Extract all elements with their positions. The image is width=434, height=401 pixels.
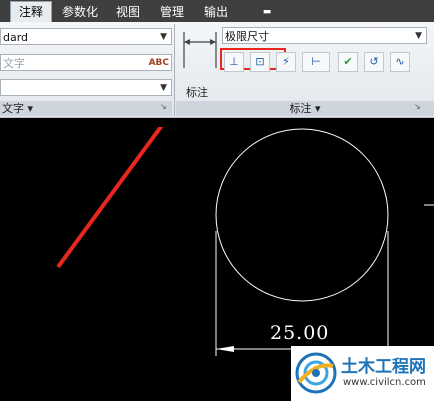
dim-jog-button[interactable]: ∿ (390, 52, 410, 72)
dim-jog-icon: ∿ (395, 55, 405, 68)
panel-divider (174, 24, 175, 116)
dimension-style-value: 极限尺寸 (225, 30, 269, 43)
panel-launcher-icon[interactable]: ↘ (160, 102, 167, 111)
spell-check-icon[interactable]: ABC (149, 55, 169, 70)
dim-break-icon: ⊡ (255, 55, 265, 68)
ribbon-minimize-icon[interactable]: ▬ (258, 2, 276, 22)
annotation-arrow-shaft (56, 127, 164, 269)
dim-update-button[interactable]: ↺ (364, 52, 384, 72)
dimension-style-dropdown[interactable]: 极限尺寸 ▼ (222, 27, 427, 44)
tab-output[interactable]: 输出 (198, 2, 234, 22)
chevron-down-icon: ▼ (415, 31, 422, 41)
dimension-arrowhead (216, 346, 234, 352)
panel-launcher-icon[interactable]: ↘ (414, 102, 421, 111)
ribbon-tab-bar: 注释 参数化 视图 管理 输出 ▬ (0, 0, 434, 23)
watermark: 土木工程网 www.civilcn.com (291, 346, 434, 401)
tab-annotate[interactable]: 注释 (10, 1, 52, 23)
tab-view[interactable]: 视图 (110, 2, 146, 22)
dim-space-icon: ⚡ (282, 55, 290, 68)
chevron-down-icon: ▼ (160, 32, 167, 42)
text-style-value: dard (3, 31, 29, 44)
watermark-url: www.civilcn.com (343, 377, 426, 388)
linear-dimension-icon[interactable] (182, 28, 220, 84)
dim-break-button[interactable]: ⊡ (250, 52, 270, 72)
watermark-name: 土木工程网 (341, 357, 426, 377)
text-height-dropdown[interactable]: ▼ (0, 79, 172, 96)
ribbon: dard ▼ 文字 ABC ▼ 文字 ▾ ↘ 标注 极限尺寸 ▼ ⊥ ⊡ ⚡ ⊢… (0, 22, 434, 118)
dimension-panel-title[interactable]: 标注 ▾ (176, 101, 434, 116)
dim-update-icon: ↺ (369, 55, 379, 68)
dim-baseline-button[interactable]: ⊢ (302, 52, 330, 72)
find-text-input[interactable]: 文字 ABC (0, 54, 172, 71)
dim-continue-button[interactable]: ⊥ (224, 52, 244, 72)
tab-parametric[interactable]: 参数化 (56, 2, 104, 22)
tab-manage[interactable]: 管理 (154, 2, 190, 22)
dim-space-button[interactable]: ⚡ (276, 52, 296, 72)
text-style-dropdown[interactable]: dard ▼ (0, 28, 172, 45)
dimension-text[interactable]: 25.00 (270, 322, 329, 344)
civilcn-logo-icon (295, 352, 337, 394)
drawn-circle[interactable] (215, 128, 389, 302)
text-panel-title[interactable]: 文字 ▾ (0, 101, 172, 116)
find-text-placeholder: 文字 (3, 57, 25, 70)
dim-baseline-icon: ⊢ (311, 55, 321, 68)
dim-continue-icon: ⊥ (229, 55, 239, 68)
dimension-tool-label: 标注 (186, 86, 208, 99)
dim-inspect-button[interactable]: ✔ (338, 52, 358, 72)
chevron-down-icon: ▼ (160, 83, 167, 93)
dim-inspect-icon: ✔ (343, 55, 353, 68)
